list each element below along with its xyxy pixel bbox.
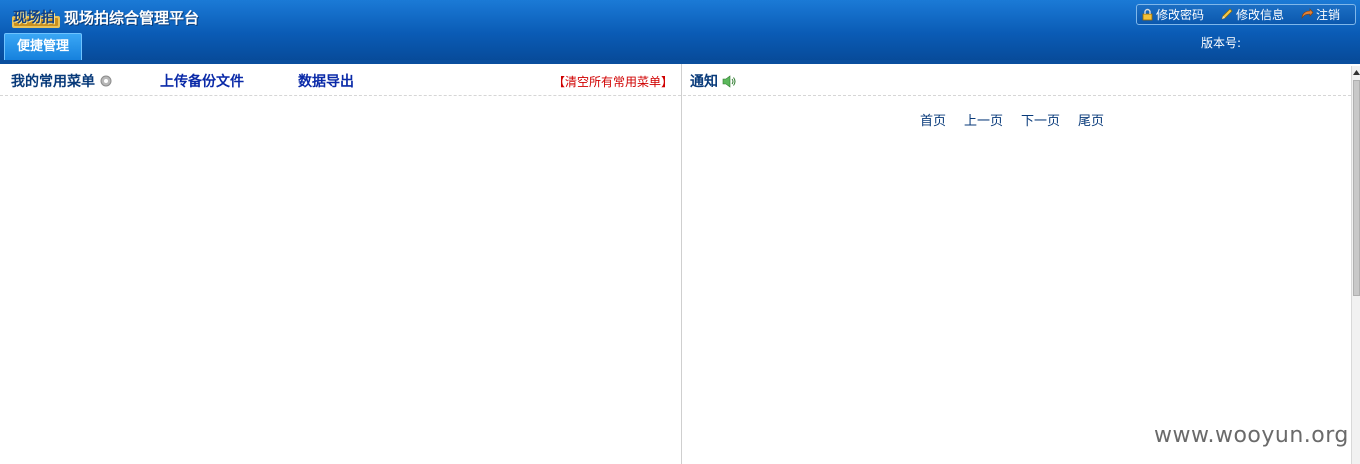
data-export-link[interactable]: 数据导出 [298, 71, 354, 91]
clear-favorites-link[interactable]: 【清空所有常用菜单】 [553, 73, 673, 90]
edit-info-link[interactable]: 修改信息 [1220, 6, 1284, 23]
version-label: 版本号: [1201, 36, 1242, 50]
pencil-icon [1221, 8, 1233, 20]
my-menu-link[interactable]: 我的常用菜单 [11, 71, 113, 91]
lock-icon [1142, 8, 1153, 21]
user-menu: 修改密码 修改信息 注销 [1136, 4, 1356, 25]
notice-panel: 通知 首页 上一页 下一页 尾页 [683, 64, 1351, 464]
upload-backup-link[interactable]: 上传备份文件 [160, 71, 244, 91]
notice-toolbar: 通知 [683, 64, 1351, 96]
logout-link[interactable]: 注销 [1300, 6, 1340, 23]
platform-name: 现场拍综合管理平台 [64, 8, 200, 27]
speaker-icon [722, 74, 736, 88]
next-page-link[interactable]: 下一页 [1021, 110, 1060, 129]
top-header: 现场拍 现场拍综合管理平台 便捷管理 修改密码 修改信息 注销 版本号: [0, 0, 1360, 62]
logout-icon [1301, 8, 1314, 19]
logo-mark-text: 现场拍 [13, 10, 55, 26]
scroll-up-arrow-icon[interactable] [1352, 66, 1360, 78]
prev-page-link[interactable]: 上一页 [964, 110, 1003, 129]
logout-label: 注销 [1316, 8, 1341, 22]
vertical-scrollbar[interactable] [1351, 66, 1360, 464]
favorites-panel: 我的常用菜单 上传备份文件 数据导出 【清空所有常用菜单】 [0, 64, 682, 464]
change-password-link[interactable]: 修改密码 [1141, 6, 1204, 23]
logo-mark: 现场拍 [10, 2, 62, 32]
tab-quick-manage[interactable]: 便捷管理 [4, 33, 83, 60]
edit-info-label: 修改信息 [1236, 8, 1285, 22]
change-password-label: 修改密码 [1156, 8, 1205, 22]
gear-icon[interactable] [99, 74, 113, 88]
notice-title-label: 通知 [690, 74, 718, 90]
last-page-link[interactable]: 尾页 [1078, 110, 1104, 129]
my-menu-label: 我的常用菜单 [11, 74, 95, 90]
watermark: www.wooyun.org [1154, 423, 1349, 448]
scroll-thumb[interactable] [1353, 80, 1360, 296]
platform-logo: 现场拍 现场拍综合管理平台 [10, 2, 199, 32]
notice-title: 通知 [690, 71, 737, 91]
favorites-toolbar: 我的常用菜单 上传备份文件 数据导出 【清空所有常用菜单】 [0, 64, 681, 96]
first-page-link[interactable]: 首页 [920, 110, 946, 129]
notice-pager: 首页 上一页 下一页 尾页 [920, 110, 1122, 129]
